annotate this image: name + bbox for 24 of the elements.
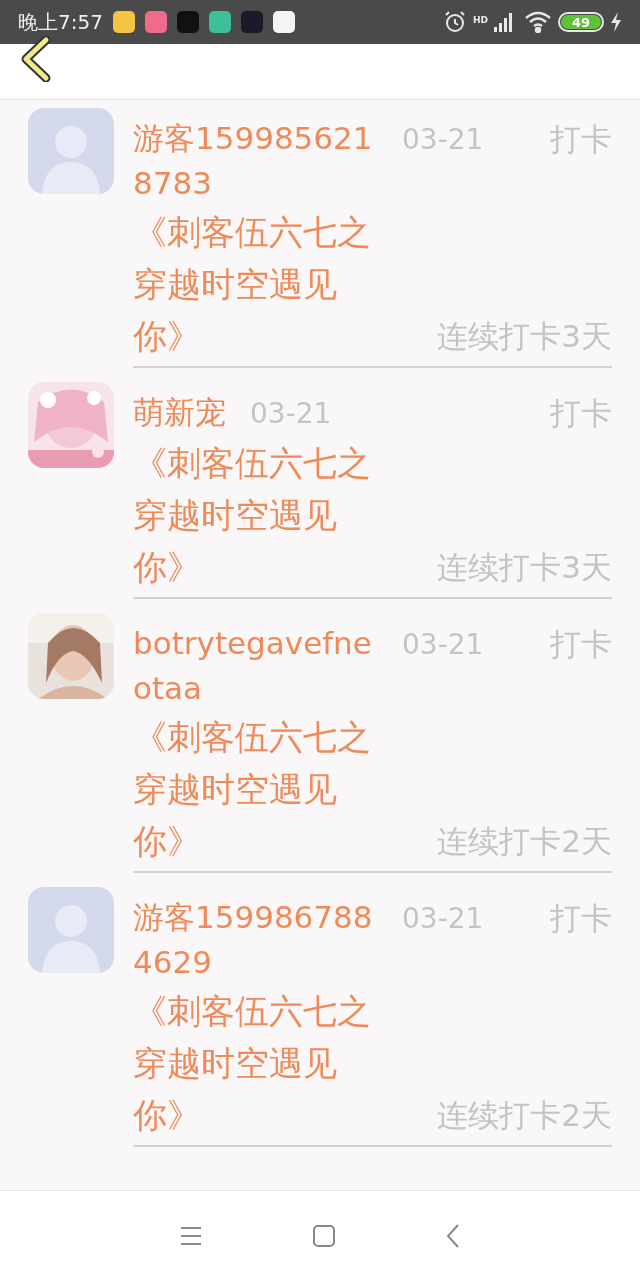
alarm-icon bbox=[443, 10, 467, 34]
user-name: 萌新宠 bbox=[133, 393, 226, 432]
status-time: 晚上7:57 bbox=[18, 9, 103, 36]
book-title: 《刺客伍六七之穿越时空遇见你》 bbox=[133, 211, 372, 358]
battery-level: 49 bbox=[571, 15, 591, 29]
book-title: 《刺客伍六七之穿越时空遇见你》 bbox=[133, 990, 372, 1137]
avatar-placeholder-icon bbox=[28, 887, 114, 973]
book-title: 《刺客伍六七之穿越时空遇见你》 bbox=[133, 442, 372, 589]
home-button[interactable] bbox=[312, 1223, 336, 1248]
menu-button[interactable] bbox=[180, 1225, 202, 1246]
wifi-icon bbox=[524, 11, 552, 33]
menu-icon bbox=[180, 1225, 202, 1246]
back-icon bbox=[446, 1222, 460, 1249]
back-button[interactable] bbox=[20, 36, 52, 82]
network-label: HD bbox=[473, 14, 488, 27]
home-square-icon bbox=[312, 1223, 336, 1248]
avatar-placeholder-icon bbox=[28, 108, 114, 194]
back-chevron-icon bbox=[20, 36, 52, 82]
user-name: 游客1599867884629 bbox=[133, 898, 374, 982]
user-name: 游客1599856218783 bbox=[133, 119, 374, 203]
book-title: 《刺客伍六七之穿越时空遇见你》 bbox=[133, 716, 372, 863]
charging-icon bbox=[610, 12, 622, 32]
user-name: botrytegavefneotaa bbox=[133, 624, 373, 708]
back-nav-button[interactable] bbox=[446, 1222, 460, 1249]
